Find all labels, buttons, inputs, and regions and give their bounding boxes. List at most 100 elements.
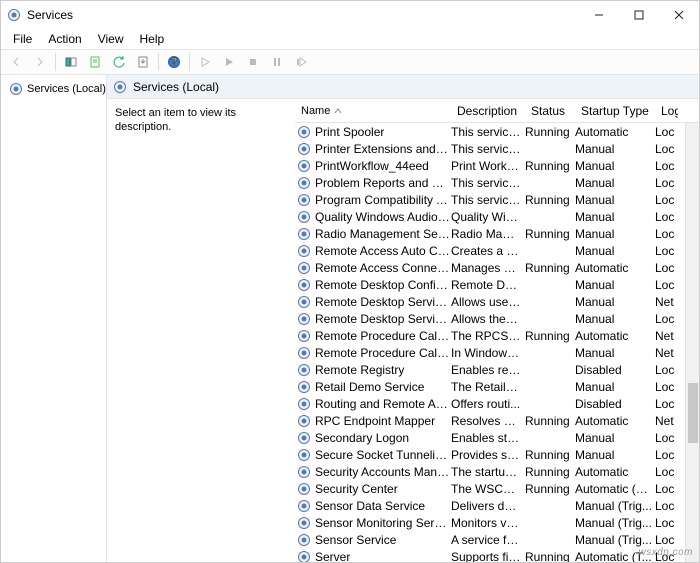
show-hide-tree-button[interactable] [60,51,82,73]
service-row[interactable]: Remote Desktop Services U...Allows the r… [295,310,699,327]
service-icon [297,278,311,292]
minimize-button[interactable] [579,1,619,29]
service-row[interactable]: Routing and Remote AccessOffers routi...… [295,395,699,412]
grid-header: Name Description Status Startup Type Log [295,99,699,123]
service-logon: Loc [655,193,679,207]
restart-service-button[interactable] [290,51,312,73]
export-list-button[interactable] [132,51,154,73]
service-row[interactable]: Quality Windows Audio Vid...Quality Win.… [295,208,699,225]
service-name: Sensor Monitoring Service [315,516,451,530]
tree-root-services-local[interactable]: Services (Local) [5,79,102,99]
service-description: Radio Mana... [451,227,525,241]
service-startup: Manual [575,346,655,360]
service-startup: Automatic [575,261,655,275]
service-row[interactable]: Security CenterThe WSCSV...RunningAutoma… [295,480,699,497]
service-status: Running [525,448,575,462]
service-row[interactable]: Secure Socket Tunneling Pr...Provides su… [295,446,699,463]
service-logon: Loc [655,261,679,275]
service-row[interactable]: Remote Procedure Call (RPC)The RPCSS ...… [295,327,699,344]
close-button[interactable] [659,1,699,29]
service-row[interactable]: Sensor Data ServiceDelivers dat...Manual… [295,497,699,514]
service-status: Running [525,329,575,343]
menu-help[interactable]: Help [132,30,173,48]
service-row[interactable]: Remote Access Connection...Manages di...… [295,259,699,276]
service-name: Printer Extensions and Notif... [315,142,451,156]
pause-service-button[interactable] [266,51,288,73]
service-logon: Loc [655,380,679,394]
service-row[interactable]: Remote Desktop Configurat...Remote Des..… [295,276,699,293]
refresh-button[interactable] [108,51,130,73]
service-row[interactable]: Radio Management ServiceRadio Mana...Run… [295,225,699,242]
service-startup: Automatic (D... [575,482,655,496]
back-button[interactable] [5,51,27,73]
service-row[interactable]: Remote Procedure Call (RP...In Windows..… [295,344,699,361]
col-header-logon[interactable]: Log [655,99,679,122]
service-row[interactable]: Sensor ServiceA service fo...Manual (Tri… [295,531,699,548]
service-icon [297,397,311,411]
maximize-button[interactable] [619,1,659,29]
menu-action[interactable]: Action [40,30,89,48]
service-icon [297,295,311,309]
service-startup: Disabled [575,397,655,411]
service-icon [297,380,311,394]
service-startup: Manual [575,380,655,394]
service-icon [297,346,311,360]
service-row[interactable]: Retail Demo ServiceThe Retail D...Manual… [295,378,699,395]
service-icon [297,482,311,496]
vertical-scrollbar[interactable] [685,123,699,562]
col-header-startup[interactable]: Startup Type [575,99,655,122]
service-startup: Manual [575,159,655,173]
service-row[interactable]: Problem Reports and Soluti...This servic… [295,174,699,191]
service-row[interactable]: RPC Endpoint MapperResolves RP...Running… [295,412,699,429]
forward-button[interactable] [29,51,51,73]
service-name: Secure Socket Tunneling Pr... [315,448,451,462]
service-status: Running [525,414,575,428]
service-logon: Loc [655,448,679,462]
service-logon: Loc [655,533,679,547]
service-startup: Manual [575,244,655,258]
service-name: Print Spooler [315,125,384,139]
service-name: Security Accounts Manager [315,465,451,479]
service-status: Running [525,159,575,173]
service-logon: Loc [655,278,679,292]
titlebar: Services [1,1,699,29]
col-header-name[interactable]: Name [295,99,451,122]
service-name: Remote Desktop Services U... [315,312,451,326]
service-description: Allows user... [451,295,525,309]
start-service-button-2[interactable] [218,51,240,73]
properties-button[interactable] [84,51,106,73]
service-row[interactable]: Print SpoolerThis service ...RunningAuto… [295,123,699,140]
service-logon: Loc [655,244,679,258]
help-button[interactable]: ? [163,51,185,73]
pane-header: Services (Local) [107,75,699,99]
service-row[interactable]: Remote RegistryEnables rem...DisabledLoc [295,361,699,378]
scroll-thumb[interactable] [688,383,698,443]
service-row[interactable]: Security Accounts ManagerThe startup ...… [295,463,699,480]
watermark: wsxdn.com [638,547,693,558]
menubar: File Action View Help [1,29,699,49]
service-logon: Loc [655,465,679,479]
service-row[interactable]: Remote Desktop ServicesAllows user...Man… [295,293,699,310]
menu-view[interactable]: View [90,30,132,48]
service-row[interactable]: Sensor Monitoring ServiceMonitors va...M… [295,514,699,531]
service-startup: Manual [575,278,655,292]
description-pane: Select an item to view its description. [107,99,295,562]
service-description: Supports fil... [451,550,525,563]
service-row[interactable]: Remote Access Auto Conne...Creates a co.… [295,242,699,259]
col-header-status[interactable]: Status [525,99,575,122]
sort-asc-icon [334,105,342,117]
service-icon [297,210,311,224]
start-service-button[interactable] [194,51,216,73]
service-description: The RPCSS ... [451,329,525,343]
service-row[interactable]: PrintWorkflow_44eedPrint Workfl...Runnin… [295,157,699,174]
service-row[interactable]: Secondary LogonEnables star...ManualLoc [295,429,699,446]
service-row[interactable]: Printer Extensions and Notif...This serv… [295,140,699,157]
col-header-description[interactable]: Description [451,99,525,122]
stop-service-button[interactable] [242,51,264,73]
service-startup: Manual [575,295,655,309]
service-row[interactable]: Program Compatibility Assi...This servic… [295,191,699,208]
service-logon: Net [655,295,679,309]
service-name: Sensor Data Service [315,499,425,513]
service-icon [297,533,311,547]
menu-file[interactable]: File [5,30,40,48]
